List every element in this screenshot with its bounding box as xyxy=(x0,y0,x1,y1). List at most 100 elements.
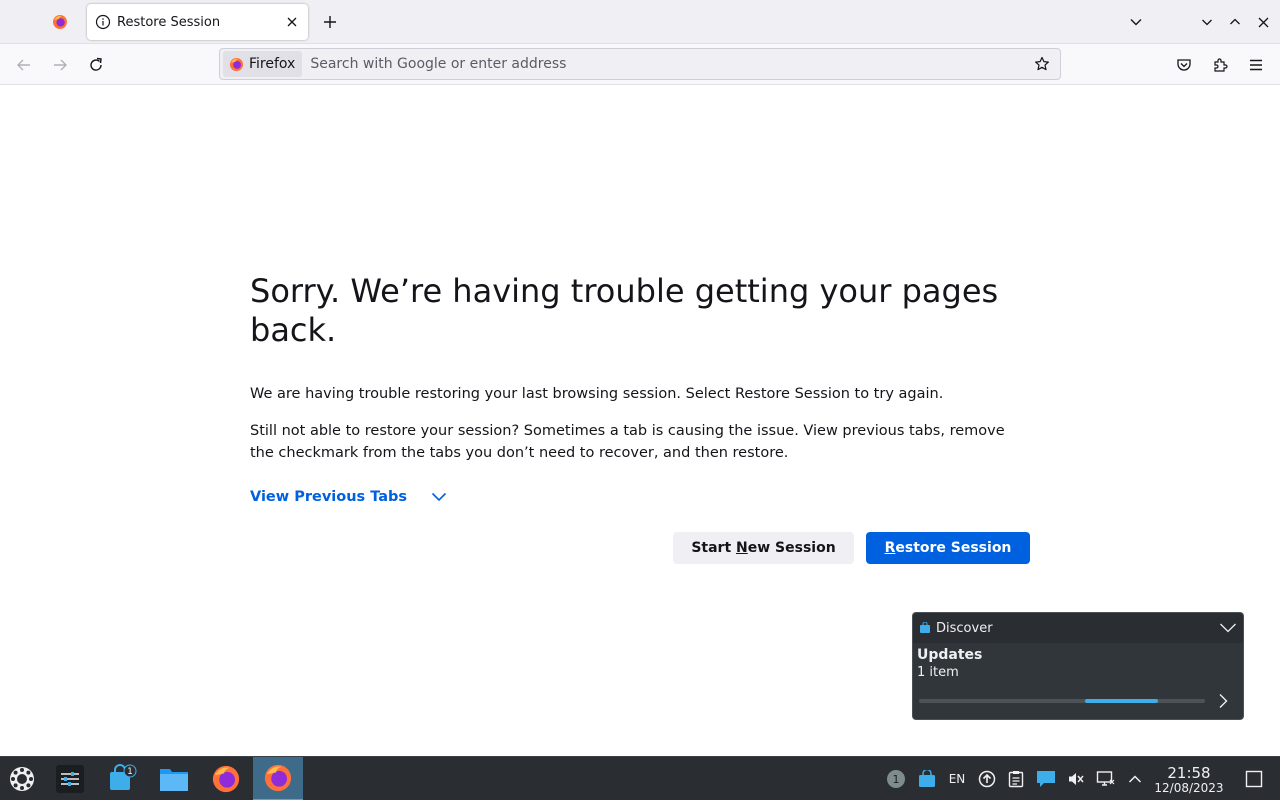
update-progress-bar xyxy=(919,699,1205,703)
start-new-accesskey: N xyxy=(736,540,748,556)
forward-button[interactable] xyxy=(45,50,75,80)
maximize-icon xyxy=(1230,18,1240,25)
notification-body: 1 item xyxy=(917,665,959,680)
show-desktop-button[interactable] xyxy=(1240,757,1268,800)
tray-notifications[interactable]: 1 xyxy=(884,757,908,800)
collapse-notification-icon[interactable] xyxy=(1219,622,1237,634)
firefox-window-taskbar-item[interactable] xyxy=(253,757,303,800)
notification-header: Discover xyxy=(913,613,1243,643)
error-description: We are having trouble restoring your las… xyxy=(250,386,944,402)
start-new-label-part: Start xyxy=(691,540,737,556)
close-tab-button[interactable] xyxy=(280,10,304,34)
pocket-icon xyxy=(1177,59,1191,71)
extensions-button[interactable] xyxy=(1205,50,1235,80)
chevron-down-icon xyxy=(1130,19,1142,26)
upload-circle-icon xyxy=(978,770,996,788)
show-desktop-icon xyxy=(1245,770,1263,788)
tray-keyboard-layout[interactable]: EN xyxy=(944,757,970,800)
hamburger-icon xyxy=(1250,59,1262,71)
view-previous-tabs-label: View Previous Tabs xyxy=(250,489,408,505)
keyboard-layout-label: EN xyxy=(948,772,966,786)
firefox-launcher-item[interactable] xyxy=(204,757,248,800)
digital-clock[interactable]: 21:58 12/08/2023 xyxy=(1148,757,1230,800)
folder-icon xyxy=(160,769,188,791)
start-new-label-part: ew Session xyxy=(747,540,836,556)
firefox-icon xyxy=(229,57,244,71)
tab-restore-session[interactable]: Restore Session xyxy=(87,4,308,40)
firefox-icon xyxy=(264,764,292,792)
close-icon xyxy=(287,17,297,27)
system-settings-taskbar-item[interactable] xyxy=(48,757,92,800)
discover-taskbar-item[interactable]: 1 xyxy=(100,757,144,800)
discover-bag-icon: 1 xyxy=(110,764,137,790)
maximize-button[interactable] xyxy=(1221,8,1249,36)
restore-accesskey: R xyxy=(884,540,896,556)
clock-time: 21:58 xyxy=(1167,764,1211,782)
discover-notification: Discover Updates 1 item xyxy=(912,612,1244,720)
reload-button[interactable] xyxy=(81,50,111,80)
chat-bubble-icon xyxy=(1037,771,1055,787)
arrow-left-icon xyxy=(17,59,30,71)
pinned-tab[interactable] xyxy=(40,4,80,40)
application-launcher[interactable] xyxy=(0,757,44,800)
back-button[interactable] xyxy=(9,50,39,80)
navigation-bar: Firefox xyxy=(0,44,1280,85)
file-manager-taskbar-item[interactable] xyxy=(152,757,196,800)
tray-updates[interactable] xyxy=(975,757,999,800)
chevron-up-icon xyxy=(1128,775,1142,783)
restore-label-part: estore Session xyxy=(895,540,1012,556)
minimize-icon xyxy=(1202,19,1212,26)
reload-icon xyxy=(90,57,102,71)
tray-expand[interactable] xyxy=(1123,757,1147,800)
identity-box[interactable]: Firefox xyxy=(223,51,303,77)
tray-network[interactable] xyxy=(1094,757,1118,800)
restore-session-button[interactable]: Restore Session xyxy=(866,532,1030,564)
tray-clipboard[interactable] xyxy=(1004,757,1028,800)
notification-title: Updates xyxy=(917,647,983,663)
launcher-icon xyxy=(10,767,34,791)
close-window-button[interactable] xyxy=(1249,8,1277,36)
open-updates-button[interactable] xyxy=(1213,691,1233,711)
new-tab-button[interactable] xyxy=(316,8,344,36)
menu-button[interactable] xyxy=(1241,50,1271,80)
restore-session-content: Sorry. We’re having trouble getting your… xyxy=(250,272,1040,511)
firefox-icon xyxy=(53,15,67,29)
plus-icon xyxy=(324,16,336,28)
list-all-tabs-button[interactable] xyxy=(1122,8,1150,36)
tray-kde-connect[interactable] xyxy=(1034,757,1058,800)
start-new-session-button[interactable]: Start New Session xyxy=(673,532,854,564)
address-bar[interactable]: Firefox xyxy=(219,48,1061,80)
info-icon xyxy=(95,14,111,30)
update-progress-fill xyxy=(1084,699,1158,703)
arrow-right-icon xyxy=(54,59,67,71)
chevron-down-icon xyxy=(431,492,447,502)
pocket-button[interactable] xyxy=(1169,50,1199,80)
minimize-button[interactable] xyxy=(1193,8,1221,36)
puzzle-icon xyxy=(1214,58,1228,72)
volume-muted-icon xyxy=(1069,773,1084,785)
chevron-right-icon xyxy=(1219,694,1228,708)
page-title: Sorry. We’re having trouble getting your… xyxy=(250,272,999,349)
url-input[interactable] xyxy=(310,56,1028,72)
bookmark-star-button[interactable] xyxy=(1028,50,1056,78)
settings-sliders-icon xyxy=(56,765,84,793)
tab-bar: Restore Session xyxy=(0,0,1280,44)
tray-badge: 1 xyxy=(893,773,900,786)
firefox-icon xyxy=(212,765,240,793)
tray-volume[interactable] xyxy=(1064,757,1088,800)
discover-icon xyxy=(920,622,930,633)
discover-badge: 1 xyxy=(127,767,133,777)
tray-discover[interactable] xyxy=(915,757,939,800)
error-hint: Still not able to restore your session? … xyxy=(250,423,1005,461)
tab-title: Restore Session xyxy=(117,14,221,30)
notification-app-name: Discover xyxy=(936,620,993,636)
taskbar: 1 1 EN 21:58 12/08/2023 xyxy=(0,756,1280,800)
view-previous-tabs-toggle[interactable]: View Previous Tabs xyxy=(250,483,1040,511)
close-icon xyxy=(1258,17,1268,27)
identity-label: Firefox xyxy=(249,56,296,72)
notification-count-icon: 1 xyxy=(887,770,905,788)
clock-date: 12/08/2023 xyxy=(1154,781,1224,795)
star-icon xyxy=(1035,56,1049,71)
clipboard-icon xyxy=(1008,771,1024,788)
network-wired-icon xyxy=(1096,771,1115,786)
